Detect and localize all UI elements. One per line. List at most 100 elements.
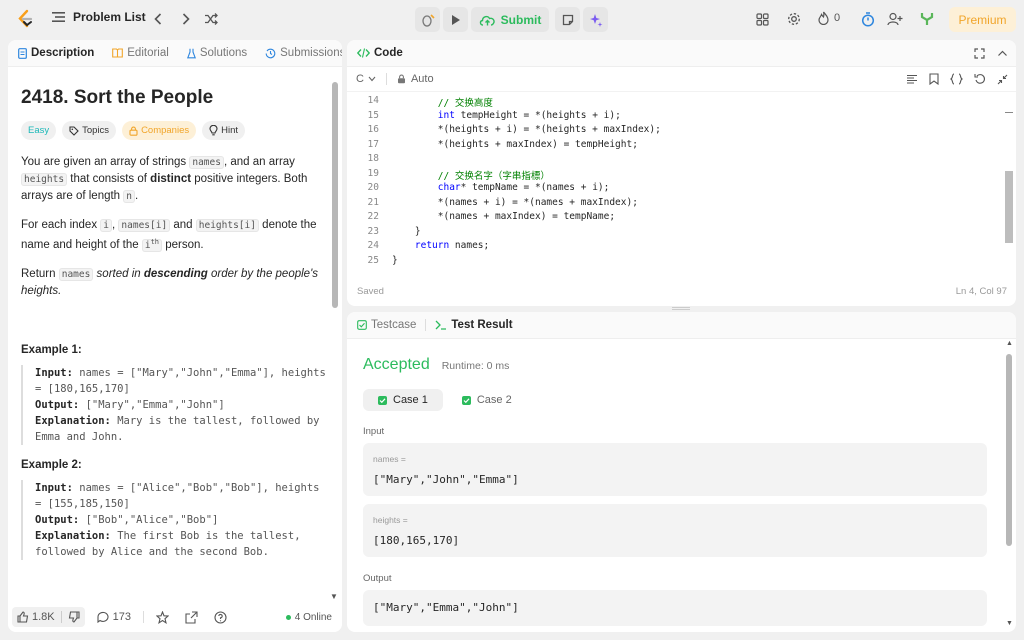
scroll-up-icon[interactable]: ▲ xyxy=(1006,340,1013,347)
example-output: ["Mary","Emma","John"] xyxy=(85,399,225,412)
trophy-icon[interactable] xyxy=(917,9,937,29)
next-problem-chevron-right-icon[interactable] xyxy=(176,9,196,29)
tab-submissions[interactable]: Submissions xyxy=(265,47,342,59)
like-button[interactable]: 1.8K xyxy=(12,607,85,627)
case-2-label: Case 2 xyxy=(476,394,512,406)
hint-label: Hint xyxy=(221,125,239,136)
share-icon[interactable] xyxy=(185,610,198,624)
lock-icon xyxy=(129,126,138,136)
label: Output: xyxy=(35,514,80,527)
tab-editorial[interactable]: Editorial xyxy=(112,47,169,59)
sparkle-icon xyxy=(589,13,602,27)
divider xyxy=(385,73,387,85)
reset-icon[interactable] xyxy=(974,73,986,85)
problem-description: 2418. Sort the People Easy Topics Compan… xyxy=(8,87,342,561)
shuffle-icon[interactable] xyxy=(201,9,221,29)
difficulty-badge[interactable]: Easy xyxy=(21,121,57,140)
divider xyxy=(60,611,62,623)
premium-button[interactable]: Premium xyxy=(949,7,1016,32)
run-button[interactable] xyxy=(443,7,468,32)
inline-code: names xyxy=(189,156,224,169)
topics-tag[interactable]: Topics xyxy=(62,121,117,140)
scroll-down-icon[interactable]: ▼ xyxy=(1006,620,1013,627)
lock-icon xyxy=(397,74,405,84)
ai-assist-button[interactable] xyxy=(583,7,608,32)
streak-count: 0 xyxy=(834,12,841,24)
format-align-icon[interactable] xyxy=(906,74,918,85)
label: Input: xyxy=(35,482,73,495)
tab-testcase[interactable]: Testcase xyxy=(357,319,416,331)
collapse-chevron-up-icon[interactable] xyxy=(997,48,1008,59)
example-output: ["Bob","Alice","Bob"] xyxy=(85,514,219,527)
check-icon xyxy=(461,395,471,405)
language-label: C xyxy=(356,73,364,85)
tab-solutions[interactable]: Solutions xyxy=(186,47,247,59)
topics-label: Topics xyxy=(82,125,110,136)
editor-actions xyxy=(906,73,1008,85)
line-number: 15 xyxy=(367,109,379,121)
settings-gear-icon[interactable] xyxy=(784,9,804,29)
help-icon[interactable] xyxy=(214,610,227,624)
lightbulb-icon xyxy=(209,125,218,136)
line-number: 20 xyxy=(367,182,379,193)
leetcode-logo-icon[interactable] xyxy=(14,8,36,30)
line-number: 19 xyxy=(367,167,379,179)
streak-counter[interactable]: 0 xyxy=(818,11,840,25)
example-1-block: Input: names = ["Mary","John","Emma"], h… xyxy=(21,365,329,446)
cloud-upload-icon xyxy=(479,15,495,26)
code-line: *(names + i) = *(names + maxIndex); xyxy=(392,196,638,208)
notes-button[interactable] xyxy=(555,7,580,32)
problem-list-button[interactable]: Problem List xyxy=(52,10,146,24)
problem-tags: Easy Topics Companies Hint xyxy=(21,121,329,140)
problem-list-label: Problem List xyxy=(73,10,146,24)
language-select[interactable]: C xyxy=(356,73,376,85)
code-line: } xyxy=(392,225,421,237)
hint-tag[interactable]: Hint xyxy=(202,121,246,140)
comments-button[interactable]: 173 xyxy=(97,611,131,623)
code-area[interactable]: 14 // 交换高度 15 int tempHeight = *(heights… xyxy=(347,95,1016,271)
example-input: names = ["Alice","Bob","Bob"], heights =… xyxy=(35,482,320,511)
description-scrollbar[interactable] xyxy=(332,82,338,308)
history-icon xyxy=(265,48,276,58)
bookmark-icon[interactable] xyxy=(929,73,939,85)
companies-tag[interactable]: Companies xyxy=(122,121,197,140)
auto-mode-toggle[interactable]: Auto xyxy=(397,73,434,85)
star-icon[interactable] xyxy=(156,610,169,624)
code-scrollbar[interactable] xyxy=(1005,171,1013,243)
code-line: return names; xyxy=(392,240,489,251)
case-1-button[interactable]: Case 1 xyxy=(363,389,443,411)
timer-icon[interactable] xyxy=(858,9,878,29)
tab-test-result[interactable]: Test Result xyxy=(435,319,513,331)
thumbs-up-icon xyxy=(17,611,29,623)
submit-button[interactable]: Submit xyxy=(471,7,549,32)
tab-description[interactable]: Description xyxy=(18,47,94,59)
maximize-icon[interactable] xyxy=(974,47,985,59)
code-tabbar: Code xyxy=(347,40,1016,67)
companies-label: Companies xyxy=(141,125,190,136)
keyword: return xyxy=(392,240,450,251)
case-2-button[interactable]: Case 2 xyxy=(447,389,527,411)
scroll-down-icon[interactable]: ▼ xyxy=(330,592,338,601)
result-scrollbar[interactable] xyxy=(1006,354,1012,546)
prev-problem-chevron-left-icon[interactable] xyxy=(148,9,168,29)
label: Output: xyxy=(35,399,80,412)
label: Explanation: xyxy=(35,530,111,543)
code-line: *(heights + i) = *(heights + maxIndex); xyxy=(392,124,661,135)
layout-grid-icon[interactable] xyxy=(752,9,772,29)
tab-submissions-label: Submissions xyxy=(280,47,342,59)
tab-code[interactable]: Code xyxy=(357,47,403,59)
add-friend-icon[interactable] xyxy=(885,9,905,29)
input-names-box: names = ["Mary","John","Emma"] xyxy=(363,443,987,496)
code-editor-panel: Code C Auto 14 // 交换高度 15 int tempHeight… xyxy=(347,40,1016,306)
names-param-label: names = xyxy=(373,454,406,464)
minimize-icon[interactable] xyxy=(997,74,1008,85)
thumbs-down-icon[interactable] xyxy=(68,611,80,623)
label: Explanation: xyxy=(35,415,111,428)
panel-resize-handle[interactable] xyxy=(672,307,690,310)
inline-code: n xyxy=(123,190,136,203)
bold-text: distinct xyxy=(150,173,192,185)
braces-icon[interactable] xyxy=(950,73,963,85)
line-number: 14 xyxy=(367,95,379,106)
debug-button[interactable] xyxy=(415,7,440,32)
text: person. xyxy=(165,239,204,252)
